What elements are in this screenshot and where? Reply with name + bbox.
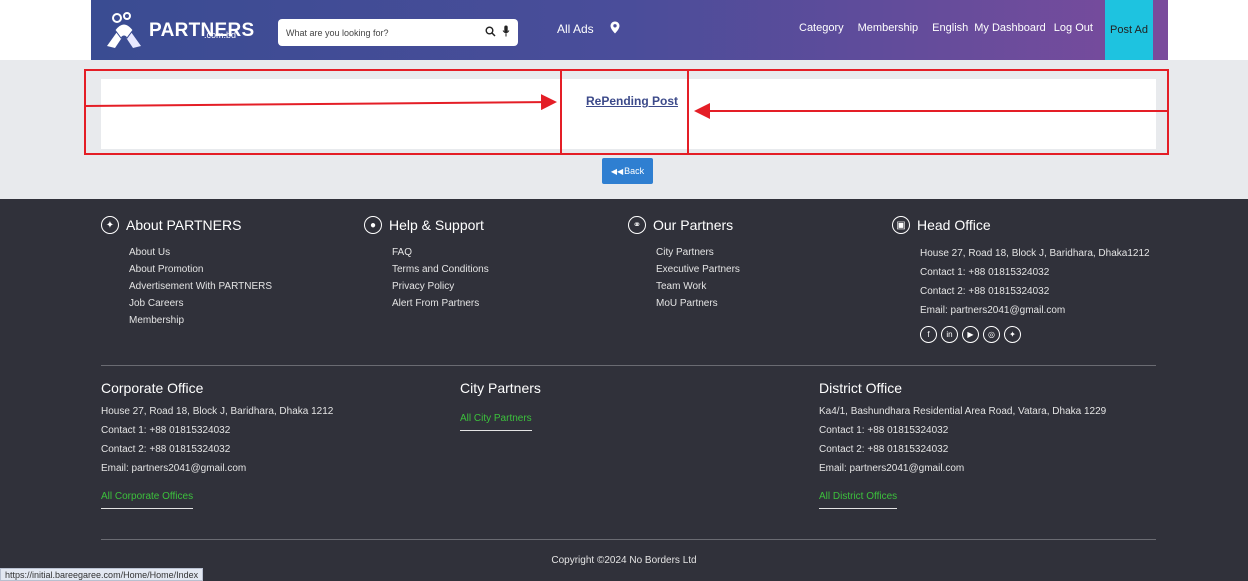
footer-link-city-partners[interactable]: City Partners xyxy=(656,244,740,261)
footer-link-terms[interactable]: Terms and Conditions xyxy=(392,261,489,278)
footer-link-membership[interactable]: Membership xyxy=(129,312,272,329)
footer-link-job-careers[interactable]: Job Careers xyxy=(129,295,272,312)
chat-bubble-icon: ● xyxy=(364,216,382,234)
district-email: Email: partners2041@gmail.com xyxy=(819,463,965,474)
all-city-partners-link[interactable]: All City Partners xyxy=(460,413,532,431)
district-address: Ka4/1, Bashundhara Residential Area Road… xyxy=(819,406,1107,417)
footer-link-about-us[interactable]: About Us xyxy=(129,244,272,261)
footer-divider-bottom xyxy=(101,539,1156,540)
footer-help-title: Help & Support xyxy=(389,217,484,233)
copyright-text: Copyright ©2024 No Borders Ltd xyxy=(551,555,697,566)
footer-link-faq[interactable]: FAQ xyxy=(392,244,489,261)
footer-partners-title: Our Partners xyxy=(653,217,734,233)
building-icon: ▣ xyxy=(892,216,910,234)
partners-icon: ⚭ xyxy=(628,216,646,234)
footer-about-title: About PARTNERS xyxy=(126,217,242,233)
head-office-contact-2: Contact 2: +88 01815324032 xyxy=(920,286,1050,297)
footer-link-mou-partners[interactable]: MoU Partners xyxy=(656,295,740,312)
footer-corporate-office: Corporate Office House 27, Road 18, Bloc… xyxy=(101,380,333,509)
footer-district-office: District Office Ka4/1, Bashundhara Resid… xyxy=(819,380,1106,509)
head-office-address: House 27, Road 18, Block J, Baridhara, D… xyxy=(920,248,1150,259)
double-chevron-left-icon: ◀◀ xyxy=(610,166,624,176)
footer-link-alert[interactable]: Alert From Partners xyxy=(392,295,489,312)
corporate-email: Email: partners2041@gmail.com xyxy=(101,463,247,474)
footer-link-privacy[interactable]: Privacy Policy xyxy=(392,278,489,295)
all-corporate-offices-link[interactable]: All Corporate Offices xyxy=(101,491,194,509)
youtube-icon[interactable]: ▶ xyxy=(962,326,979,343)
head-office-email: Email: partners2041@gmail.com xyxy=(920,305,1066,316)
browser-status-url: https://initial.bareegaree.com/Home/Home… xyxy=(0,568,204,581)
head-office-contact-1: Contact 1: +88 01815324032 xyxy=(920,267,1050,278)
dropbox-icon: ✦ xyxy=(101,216,119,234)
facebook-icon[interactable]: f xyxy=(920,326,937,343)
back-button[interactable]: ◀◀ Back xyxy=(602,158,653,184)
footer-head-office-title: Head Office xyxy=(917,217,991,233)
footer-head-office: ▣ Head Office House 27, Road 18, Block J… xyxy=(892,216,1150,343)
corporate-contact-2: Contact 2: +88 01815324032 xyxy=(101,444,231,455)
twitter-icon[interactable]: ✦ xyxy=(1004,326,1021,343)
footer-link-executive-partners[interactable]: Executive Partners xyxy=(656,261,740,278)
all-district-offices-link[interactable]: All District Offices xyxy=(819,491,898,509)
corporate-address: House 27, Road 18, Block J, Baridhara, D… xyxy=(101,406,334,417)
district-office-title: District Office xyxy=(819,380,902,396)
corporate-contact-1: Contact 1: +88 01815324032 xyxy=(101,425,231,436)
footer-help: ● Help & Support FAQ Terms and Condition… xyxy=(364,216,489,312)
linkedin-icon[interactable]: in xyxy=(941,326,958,343)
footer-about: ✦ About PARTNERS About Us About Promotio… xyxy=(101,216,272,329)
footer-city-partners: City Partners All City Partners xyxy=(460,380,541,431)
back-button-label: Back xyxy=(624,166,645,176)
corporate-office-title: Corporate Office xyxy=(101,380,204,396)
district-contact-2: Contact 2: +88 01815324032 xyxy=(819,444,949,455)
annotation-arrow-left xyxy=(84,94,557,111)
city-partners-title: City Partners xyxy=(460,380,541,396)
footer-link-team-work[interactable]: Team Work xyxy=(656,278,740,295)
footer-link-advertisement[interactable]: Advertisement With PARTNERS xyxy=(129,278,272,295)
footer-link-about-promotion[interactable]: About Promotion xyxy=(129,261,272,278)
footer-divider-top xyxy=(101,365,1156,366)
footer: ✦ About PARTNERS About Us About Promotio… xyxy=(0,199,1248,581)
district-contact-1: Contact 1: +88 01815324032 xyxy=(819,425,949,436)
instagram-icon[interactable]: ◎ xyxy=(983,326,1000,343)
social-links: f in ▶ ◎ ✦ xyxy=(920,326,1150,343)
footer-partners: ⚭ Our Partners City Partners Executive P… xyxy=(628,216,740,312)
